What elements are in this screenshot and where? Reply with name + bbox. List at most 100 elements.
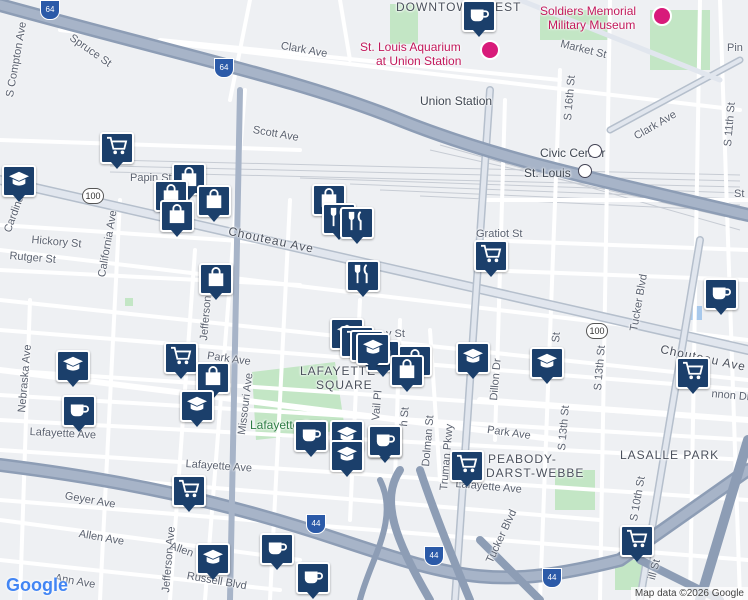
marker-pointer [473,30,485,37]
marker-body[interactable] [260,533,294,565]
marker-body[interactable] [197,185,231,217]
shopping-cart-icon [626,529,648,554]
map-marker[interactable] [197,185,231,223]
shopping-cart-icon [178,479,200,504]
poi-label[interactable]: Military Museum [548,18,635,32]
marker-body[interactable] [356,333,390,365]
poi-label[interactable]: St. Louis Aquarium [360,40,461,54]
poi-label[interactable]: Soldiers Memorial [540,4,636,18]
marker-pointer [271,563,283,570]
marker-body[interactable] [100,132,134,164]
marker-body[interactable] [620,525,654,557]
map-marker[interactable] [450,450,484,488]
marker-body[interactable] [368,425,402,457]
map-marker[interactable] [530,347,564,385]
coffee-cup-icon [68,399,90,424]
map-marker[interactable] [704,278,738,316]
marker-pointer [377,370,389,377]
map-marker[interactable] [160,200,194,238]
marker-body[interactable] [180,390,214,422]
poi-label[interactable]: St. Louis [524,166,571,180]
marker-body[interactable] [462,0,496,32]
map-marker[interactable] [260,533,294,571]
marker-body[interactable] [676,357,710,389]
marker-body[interactable] [2,165,36,197]
map-marker[interactable] [56,350,90,388]
map-marker[interactable] [346,260,380,298]
marker-body[interactable] [199,263,233,295]
graduation-cap-icon [536,351,558,376]
shopping-bag-icon [396,358,418,384]
interstate-shield: 64 [214,58,234,78]
map-marker[interactable] [356,333,390,371]
marker-body[interactable] [390,355,424,387]
marker-body[interactable] [340,207,374,239]
graduation-cap-icon [336,444,358,469]
transit-icon[interactable] [578,164,592,178]
map-marker[interactable] [620,525,654,563]
marker-pointer [191,420,203,427]
map-marker[interactable] [368,425,402,463]
marker-body[interactable] [172,475,206,507]
marker-body[interactable] [196,543,230,575]
graduation-cap-icon [186,394,208,419]
map-marker[interactable] [172,475,206,513]
map-marker[interactable] [196,543,230,581]
marker-pointer [171,230,183,237]
poi-label[interactable]: at Union Station [376,54,461,68]
map-marker[interactable] [456,342,490,380]
map-marker[interactable] [100,132,134,170]
map-marker[interactable] [390,355,424,393]
aquarium-icon[interactable] [480,40,500,60]
marker-pointer [357,290,369,297]
marker-body[interactable] [160,200,194,232]
marker-body[interactable] [294,420,328,452]
graduation-cap-icon [462,346,484,371]
marker-body[interactable] [450,450,484,482]
map-marker[interactable] [2,165,36,203]
map-marker[interactable] [296,562,330,600]
marker-pointer [210,293,222,300]
map-marker[interactable] [62,395,96,433]
marker-body[interactable] [330,440,364,472]
marker-pointer [208,215,220,222]
marker-pointer [401,385,413,392]
marker-body[interactable] [456,342,490,374]
map-marker[interactable] [199,263,233,301]
marker-pointer [13,195,25,202]
map-marker[interactable] [676,357,710,395]
interstate-shield: 44 [542,568,562,588]
graduation-cap-icon [202,547,224,572]
map-marker[interactable] [462,0,496,38]
museum-icon[interactable] [652,6,672,26]
marker-pointer [351,237,363,244]
street-label: Gratiot St [476,228,523,240]
shopping-bag-icon [203,188,225,214]
marker-body[interactable] [474,240,508,272]
map-marker[interactable] [330,440,364,478]
graduation-cap-icon [362,337,384,362]
map-marker[interactable] [164,342,198,380]
marker-pointer [461,480,473,487]
marker-body[interactable] [346,260,380,292]
marker-body[interactable] [62,395,96,427]
route-shield: 100 [82,188,104,204]
coffee-cup-icon [300,424,322,449]
map-marker[interactable] [180,390,214,428]
poi-label[interactable]: Union Station [420,94,492,108]
transit-icon[interactable] [588,144,602,158]
map-marker[interactable] [340,207,374,245]
map-canvas[interactable]: S Compton Ave Spruce St Clark Ave Clark … [0,0,748,600]
marker-pointer [687,387,699,394]
marker-body[interactable] [56,350,90,382]
marker-pointer [367,363,379,370]
marker-pointer [341,470,353,477]
marker-body[interactable] [530,347,564,379]
map-attribution[interactable]: Map data ©2026 Google [630,587,748,600]
marker-body[interactable] [296,562,330,594]
marker-body[interactable] [164,342,198,374]
marker-body[interactable] [704,278,738,310]
coffee-cup-icon [468,4,490,29]
map-marker[interactable] [474,240,508,278]
map-marker[interactable] [294,420,328,458]
